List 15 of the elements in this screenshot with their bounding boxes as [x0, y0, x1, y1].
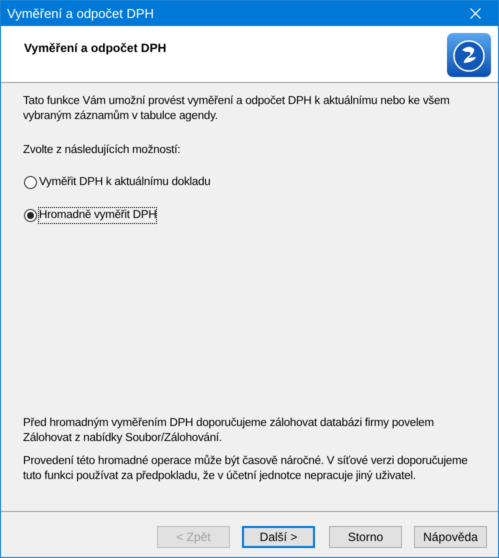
window-title: Vyměření a odpočet DPH — [7, 4, 154, 23]
radio-label[interactable]: Vyměřit DPH k aktuálnímu dokladu — [39, 175, 210, 190]
intro-text: Tato funkce Vám umožní provést vyměření a odpočet DPH k aktuálnímu nebo ke všem vybraným záznamům v tabulce agendy. — [23, 94, 451, 124]
help-button[interactable]: Nápověda — [414, 526, 487, 548]
header-title: Vyměření a odpočet DPH — [24, 40, 166, 57]
note-text: Provedení této hromadné operace může být časově náročné. V síťové verzi doporučujeme tuto funkci používat za předpokladu, že v účetní jednotce nepracuje jiný uživatel. — [23, 454, 469, 484]
radio-button[interactable] — [24, 209, 37, 222]
radio-button[interactable] — [24, 176, 37, 189]
note-text: Před hromadným vyměřením DPH doporučujeme zálohovat databázi firmy povelem Zálohovat z nabídky Soubor/Zálohování. — [23, 416, 435, 446]
prompt-label: Zvolte z následujících možností: — [23, 143, 182, 158]
cancel-button[interactable]: Storno — [329, 526, 402, 548]
radio-label[interactable]: Hromadně vyměřit DPH — [39, 208, 156, 223]
next-button[interactable]: Další > — [242, 526, 315, 548]
app-logo-icon — [446, 32, 492, 78]
close-icon — [470, 8, 480, 19]
